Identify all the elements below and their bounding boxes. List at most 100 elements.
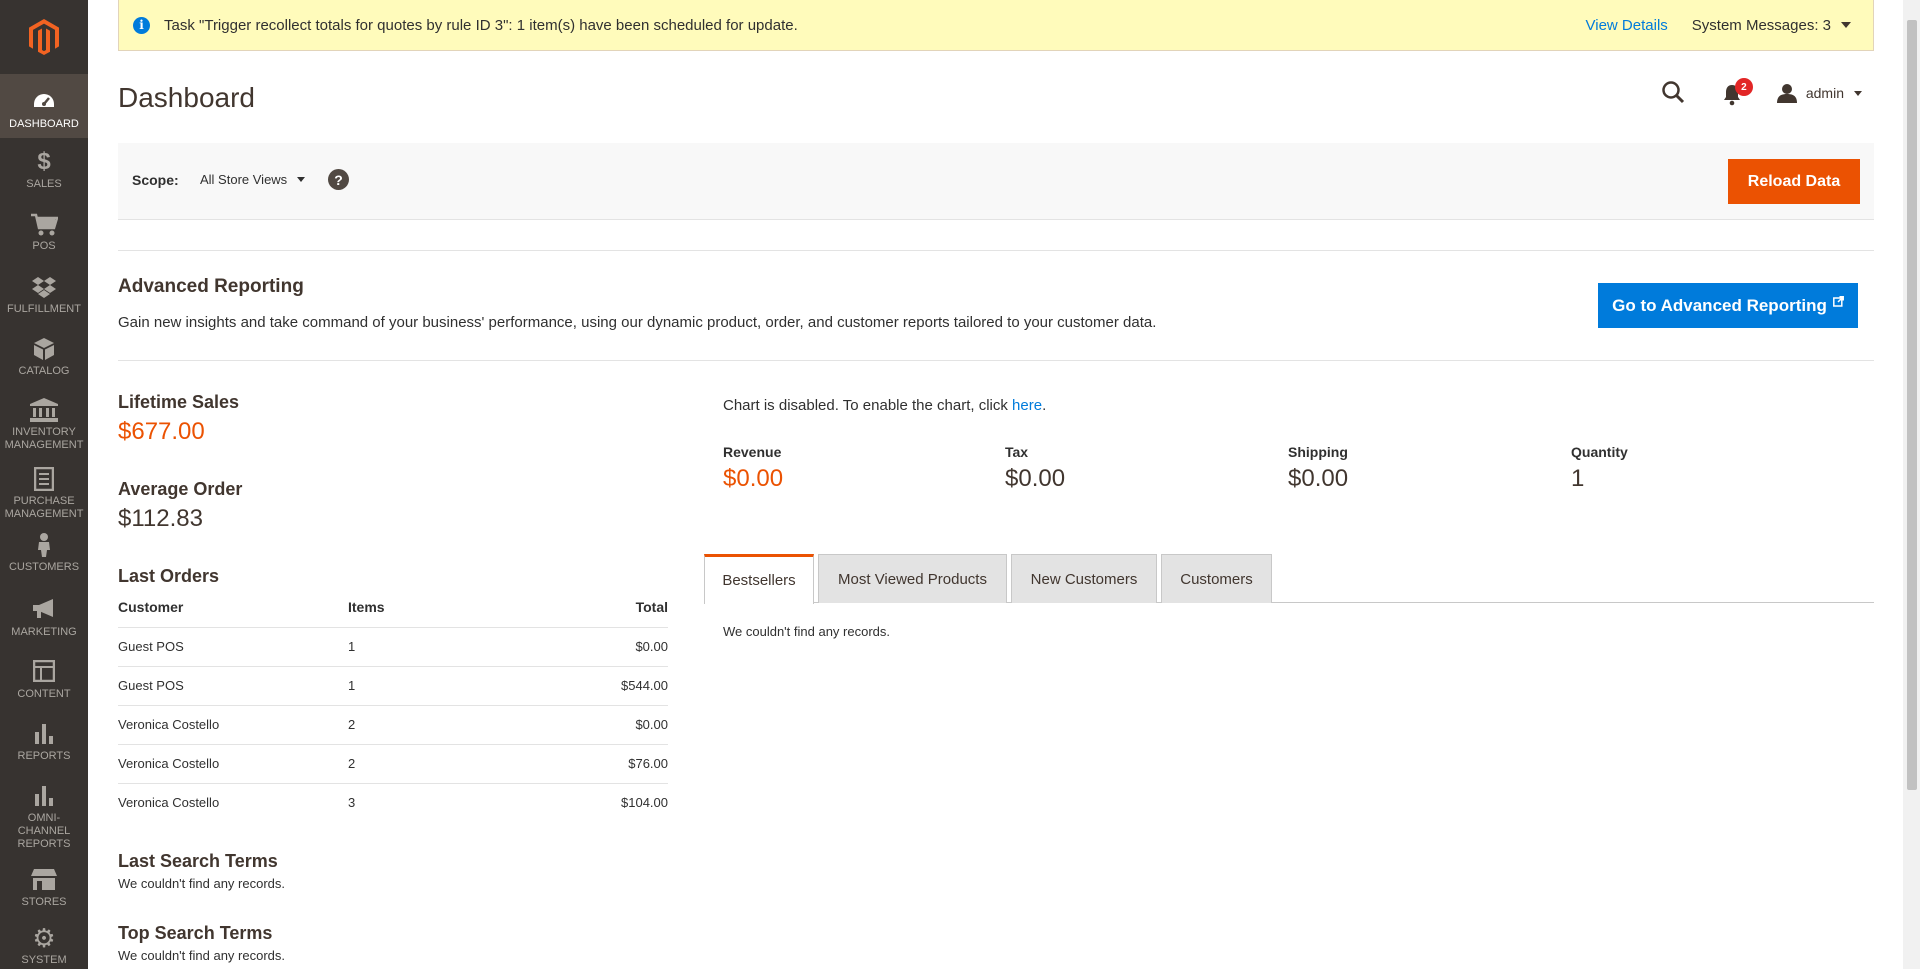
quantity-label: Quantity [1571,444,1628,460]
sidebar-item-label: CUSTOMERS [8,561,80,573]
order-customer: Veronica Costello [118,795,220,811]
list-icon [0,467,88,491]
advanced-reporting-description: Gain new insights and take command of yo… [118,314,1157,331]
store-icon [0,868,88,892]
divider [118,360,1874,361]
help-icon[interactable]: ? [328,169,349,190]
dashboard-tabs: Bestsellers Most Viewed Products New Cus… [704,554,1874,604]
dashboard-icon [0,90,88,114]
notice-message: Task "Trigger recollect totals for quote… [164,16,798,34]
system-messages-label: System Messages: 3 [1691,16,1831,34]
sidebar-item-customers[interactable]: CUSTOMERS [0,533,88,574]
column-header-customer: Customer [118,596,348,628]
notifications-button[interactable]: 2 [1723,78,1753,106]
order-customer: Guest POS [118,627,348,667]
go-to-advanced-reporting-button[interactable]: Go to Advanced Reporting [1598,283,1858,328]
table-row[interactable]: Veronica Costello 2 $76.00 [118,744,668,784]
system-notice-bar: i Task "Trigger recollect totals for quo… [118,0,1874,51]
table-row[interactable]: Veronica Costello 3 $104.00 [118,783,668,822]
magento-logo[interactable] [0,0,88,74]
order-total: $0.00 [548,705,668,745]
order-items: 3 [348,795,356,811]
sidebar-item-marketing[interactable]: MARKETING [0,598,88,639]
view-details-link[interactable]: View Details [1586,17,1668,34]
sidebar-item-fulfillment[interactable]: FULFILLMENT [0,275,88,316]
enable-chart-link[interactable]: here [1012,397,1042,414]
sidebar-item-pos[interactable]: POS [0,212,88,253]
admin-sidebar: DASHBOARD $ SALES POS FULFILLMENT CATALO… [0,0,88,969]
dropbox-icon [0,275,88,299]
sidebar-item-label: OMNI-CHANNEL REPORTS [17,812,71,850]
sidebar-item-omni-channel-reports[interactable]: OMNI-CHANNEL REPORTS [0,784,88,851]
dollar-icon: $ [37,148,51,175]
tab-new-customers[interactable]: New Customers [1011,554,1157,603]
last-search-terms-empty: We couldn't find any records. [118,876,285,891]
shipping-label: Shipping [1288,444,1348,460]
column-header-total: Total [548,596,668,628]
bar-chart-icon [0,784,88,808]
info-icon: i [133,16,150,34]
order-items: 2 [348,705,548,745]
chart-disabled-message: Chart is disabled. To enable the chart, … [723,397,1046,414]
last-orders-table: Customer Items Total Guest POS 1 $0.00 G… [118,596,668,822]
scope-bar: Scope: All Store Views ? Reload Data [118,143,1874,220]
sidebar-item-sales[interactable]: $ SALES [0,150,88,191]
sidebar-item-dashboard[interactable]: DASHBOARD [0,74,88,138]
chevron-down-icon [1854,90,1862,96]
average-order-value: $112.83 [118,505,203,532]
header-actions: 2 admin [1661,78,1862,106]
store-view-value: All Store Views [200,172,288,187]
sidebar-item-purchase[interactable]: PURCHASE MANAGEMENT [0,467,88,521]
table-header-row: Customer Items Total [118,596,668,628]
sidebar-item-label: FULFILLMENT [7,303,81,315]
page-scrollbar[interactable] [1903,0,1920,969]
search-icon[interactable] [1661,80,1687,106]
external-link-icon [1832,296,1844,307]
top-search-terms-title: Top Search Terms [118,923,273,943]
sidebar-item-content[interactable]: CONTENT [0,660,88,701]
totals-quantity: Quantity 1 [1571,444,1628,493]
sidebar-item-inventory[interactable]: INVENTORY MANAGEMENT [0,398,88,452]
bank-icon [0,398,88,422]
totals-shipping: Shipping $0.00 [1288,444,1348,493]
user-icon [1776,84,1797,103]
sidebar-item-label: REPORTS [17,750,71,762]
system-messages-toggle[interactable]: System Messages: 3 [1692,17,1851,34]
quantity-value: 1 [1571,465,1585,492]
notification-count-badge: 2 [1734,78,1753,96]
gear-icon: ⚙ [32,923,56,953]
table-row[interactable]: Veronica Costello 2 $0.00 [118,705,668,745]
scrollbar-thumb[interactable] [1907,20,1917,790]
chevron-down-icon [1841,22,1851,28]
store-view-switcher[interactable]: All Store Views [200,172,306,187]
sidebar-item-label: MARKETING [11,626,77,638]
column-header-items: Items [348,596,548,628]
sidebar-item-stores[interactable]: STORES [0,868,88,909]
sidebar-item-label: POS [32,240,56,252]
order-total: $0.00 [548,627,668,667]
tab-customers[interactable]: Customers [1161,554,1272,603]
table-row[interactable]: Guest POS 1 $0.00 [118,627,668,667]
magento-logo-icon [29,19,59,55]
sidebar-item-label: PURCHASE MANAGEMENT [4,495,84,520]
box-icon [0,337,88,361]
chevron-down-icon [297,177,306,182]
sidebar-item-catalog[interactable]: CATALOG [0,337,88,378]
divider [118,250,1874,251]
layout-icon [0,660,88,684]
order-items: 2 [348,744,548,784]
admin-user-menu[interactable]: admin [1776,83,1862,103]
sidebar-item-label: CONTENT [17,688,71,700]
order-customer: Veronica Costello [118,705,348,745]
table-row[interactable]: Guest POS 1 $544.00 [118,666,668,706]
bar-chart-icon [0,722,88,746]
sidebar-item-reports[interactable]: REPORTS [0,722,88,763]
tab-bestsellers[interactable]: Bestsellers [704,554,814,604]
last-search-terms-title: Last Search Terms [118,851,278,871]
chart-disabled-period: . [1042,397,1047,414]
lifetime-sales-label: Lifetime Sales [118,392,240,412]
sidebar-item-system[interactable]: ⚙ SYSTEM [0,923,88,967]
tab-most-viewed-products[interactable]: Most Viewed Products [818,554,1007,603]
sidebar-item-label: CATALOG [18,365,70,377]
reload-data-button[interactable]: Reload Data [1728,159,1860,204]
